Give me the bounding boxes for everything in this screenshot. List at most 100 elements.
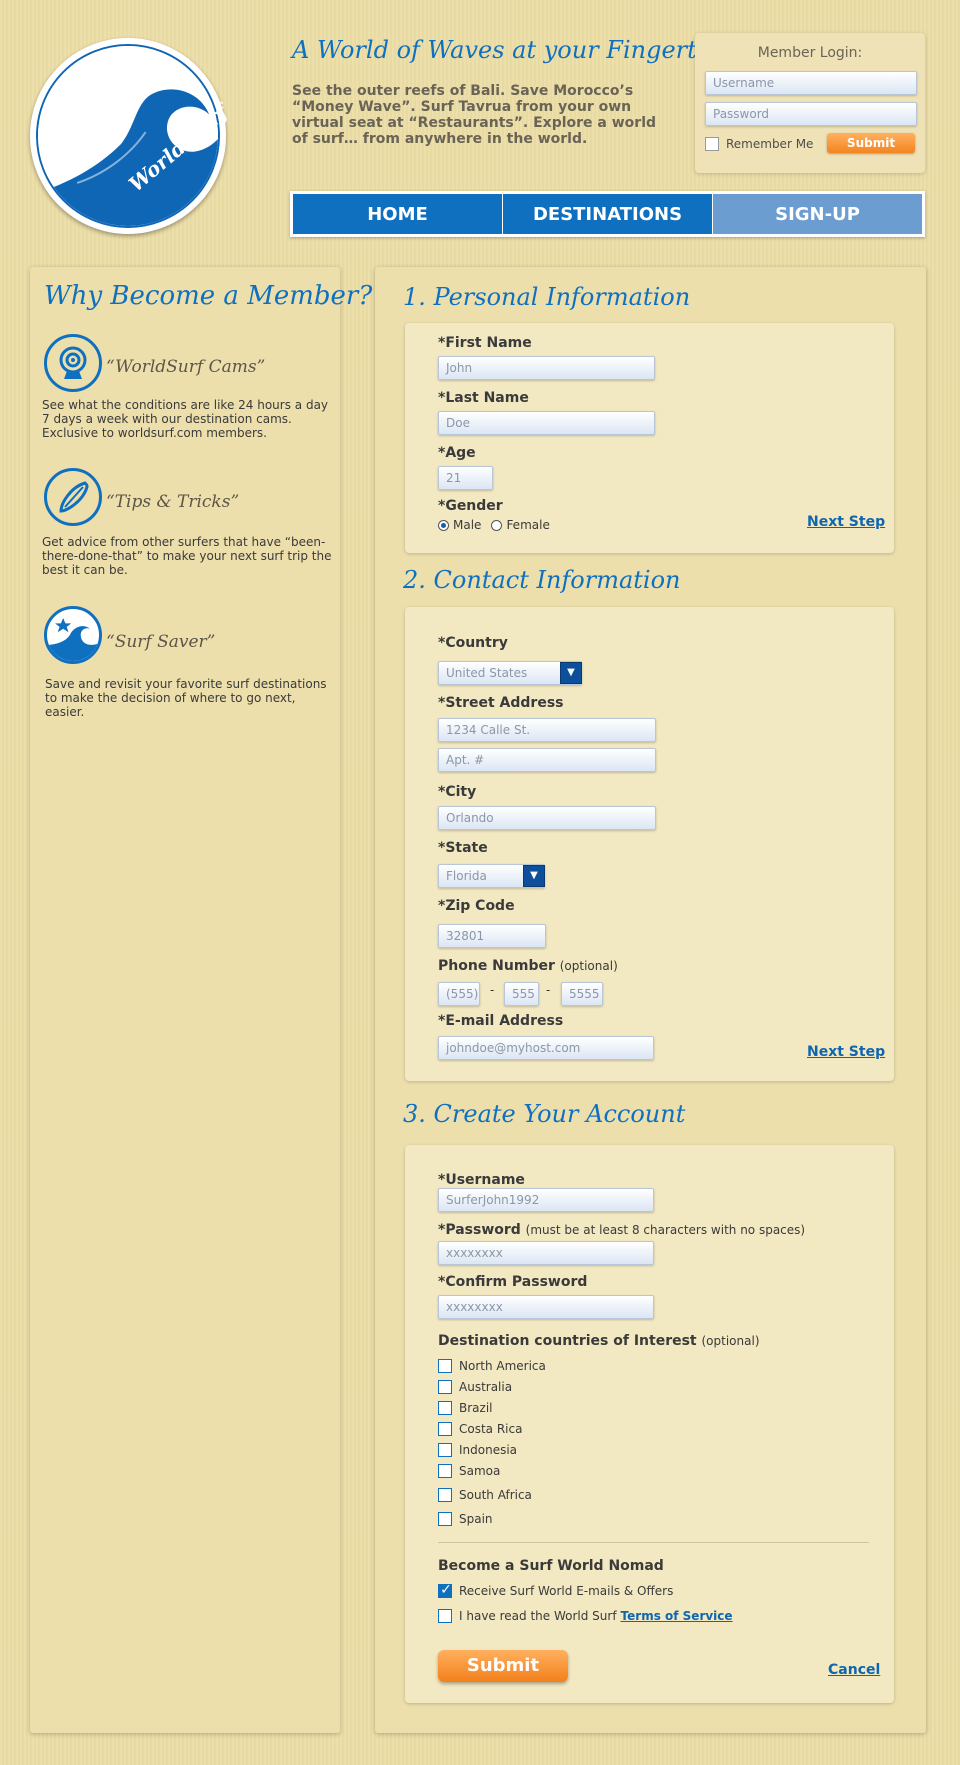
create-account-title: 3. Create Your Account	[403, 1100, 686, 1128]
tagline: A World of Waves at your Fingertips	[292, 36, 733, 64]
phone-separator: -	[490, 983, 495, 997]
email-label: *E-mail Address	[438, 1013, 564, 1029]
checkbox[interactable]	[438, 1464, 452, 1478]
terms-prefix: I have read the World Surf	[459, 1609, 617, 1623]
offers-checkbox[interactable]	[438, 1582, 453, 1598]
personal-info-title: 1. Personal Information	[403, 283, 691, 311]
feature-cams-desc: See what the conditions are like 24 hour…	[42, 398, 329, 440]
country-option-label: Spain	[459, 1512, 493, 1526]
signup-submit-button[interactable]: Submit	[438, 1650, 568, 1682]
password-input[interactable]: xxxxxxxx	[438, 1241, 654, 1265]
country-option-label: South Africa	[459, 1488, 532, 1502]
login-username-input[interactable]: Username	[705, 71, 917, 95]
nav-sign-up[interactable]: SIGN-UP	[713, 194, 922, 234]
remember-me-checkbox[interactable]	[705, 137, 719, 151]
phone-area-input[interactable]: (555)	[438, 982, 480, 1006]
world-surf-logo[interactable]: World Surf	[30, 38, 232, 234]
phone-prefix-input[interactable]: 555	[504, 982, 539, 1006]
age-input[interactable]: 21	[438, 466, 493, 490]
gender-female-label: Female	[506, 518, 550, 532]
country-option[interactable]: Samoa	[438, 1464, 500, 1478]
gender-label: *Gender	[438, 498, 503, 514]
email-input[interactable]: johndoe@myhost.com	[438, 1036, 654, 1060]
first-name-input[interactable]: John	[438, 356, 655, 380]
feature-tips-title: “Tips & Tricks”	[106, 492, 240, 512]
login-title: Member Login:	[757, 45, 863, 61]
country-option[interactable]: Australia	[438, 1380, 512, 1394]
username-input[interactable]: SurferJohn1992	[438, 1188, 654, 1212]
password-label: *Password (must be at least 8 characters…	[438, 1222, 805, 1238]
country-option-label: Costa Rica	[459, 1422, 523, 1436]
state-value: Florida	[446, 869, 487, 883]
checkbox[interactable]	[438, 1380, 452, 1394]
street-label: *Street Address	[438, 695, 564, 711]
feature-saver-title: “Surf Saver”	[106, 632, 216, 652]
city-label: *City	[438, 784, 477, 800]
password-note: (must be at least 8 characters with no s…	[525, 1223, 806, 1237]
nav-destinations[interactable]: DESTINATIONS	[503, 194, 712, 234]
checkbox[interactable]	[438, 1512, 452, 1526]
countries-optional: (optional)	[701, 1334, 760, 1348]
checkbox[interactable]	[438, 1488, 452, 1502]
phone-label-text: Phone Number	[438, 958, 555, 974]
personal-next-step-link[interactable]: Next Step	[807, 514, 885, 530]
street-input[interactable]: 1234 Calle St.	[438, 718, 656, 742]
member-login-box: Member Login: Username Password Remember…	[695, 33, 925, 173]
checkbox[interactable]	[438, 1422, 452, 1436]
offers-option[interactable]: Receive Surf World E-mails & Offers	[438, 1582, 674, 1598]
countries-label-text: Destination countries of Interest	[438, 1333, 697, 1349]
country-select[interactable]: United States ▼	[438, 661, 582, 685]
state-select[interactable]: Florida ▼	[438, 864, 545, 888]
contact-next-step-link[interactable]: Next Step	[807, 1044, 885, 1060]
password-label-text: *Password	[438, 1222, 521, 1238]
nomad-label: Become a Surf World Nomad	[438, 1558, 664, 1574]
country-option[interactable]: North America	[438, 1359, 546, 1373]
remember-me[interactable]: Remember Me	[705, 137, 813, 151]
terms-checkbox[interactable]	[438, 1609, 452, 1623]
country-option[interactable]: South Africa	[438, 1488, 532, 1502]
feature-saver-desc: Save and revisit your favorite surf dest…	[45, 677, 327, 719]
confirm-password-input[interactable]: xxxxxxxx	[438, 1295, 654, 1319]
webcam-icon	[44, 334, 102, 392]
apt-input[interactable]: Apt. #	[438, 748, 656, 772]
offers-label: Receive Surf World E-mails & Offers	[459, 1584, 674, 1598]
last-name-input[interactable]: Doe	[438, 411, 655, 435]
country-option-label: Indonesia	[459, 1443, 518, 1457]
contact-info-title: 2. Contact Information	[403, 566, 681, 594]
surfboard-icon	[44, 468, 102, 526]
country-option[interactable]: Brazil	[438, 1401, 493, 1415]
checkbox[interactable]	[438, 1401, 452, 1415]
checkbox[interactable]	[438, 1443, 452, 1457]
country-value: United States	[446, 666, 528, 680]
gender-male-radio[interactable]	[438, 519, 449, 531]
login-submit-button[interactable]: Submit	[827, 133, 915, 153]
cancel-link[interactable]: Cancel	[828, 1662, 880, 1678]
terms-option[interactable]: I have read the World Surf Terms of Serv…	[438, 1609, 733, 1623]
country-option-label: North America	[459, 1359, 546, 1373]
country-option[interactable]: Costa Rica	[438, 1422, 522, 1436]
country-option[interactable]: Indonesia	[438, 1443, 517, 1457]
intro-text: See the outer reefs of Bali. Save Morocc…	[292, 83, 657, 147]
phone-line-input[interactable]: 5555	[561, 982, 603, 1006]
remember-me-label: Remember Me	[726, 137, 814, 151]
city-input[interactable]: Orlando	[438, 806, 656, 830]
confirm-password-label: *Confirm Password	[438, 1274, 588, 1290]
zip-input[interactable]: 32801	[438, 924, 546, 948]
terms-of-service-link[interactable]: Terms of Service	[621, 1609, 733, 1623]
login-password-input[interactable]: Password	[705, 102, 917, 126]
last-name-label: *Last Name	[438, 390, 529, 406]
gender-female-radio[interactable]	[491, 519, 503, 531]
nav-home[interactable]: HOME	[293, 194, 502, 234]
country-option[interactable]: Spain	[438, 1512, 493, 1526]
phone-separator: -	[546, 983, 551, 997]
chevron-down-icon[interactable]: ▼	[523, 865, 545, 887]
chevron-down-icon[interactable]: ▼	[560, 662, 582, 684]
country-option-label: Australia	[459, 1380, 513, 1394]
star-wave-icon	[44, 606, 102, 664]
checkbox[interactable]	[438, 1359, 452, 1373]
gender-options: Male Female	[438, 518, 550, 532]
countries-label: Destination countries of Interest (optio…	[438, 1333, 760, 1349]
feature-cams-title: “WorldSurf Cams”	[106, 357, 266, 377]
username-label: *Username	[438, 1172, 525, 1188]
main-nav: HOME DESTINATIONS SIGN-UP	[290, 191, 925, 237]
